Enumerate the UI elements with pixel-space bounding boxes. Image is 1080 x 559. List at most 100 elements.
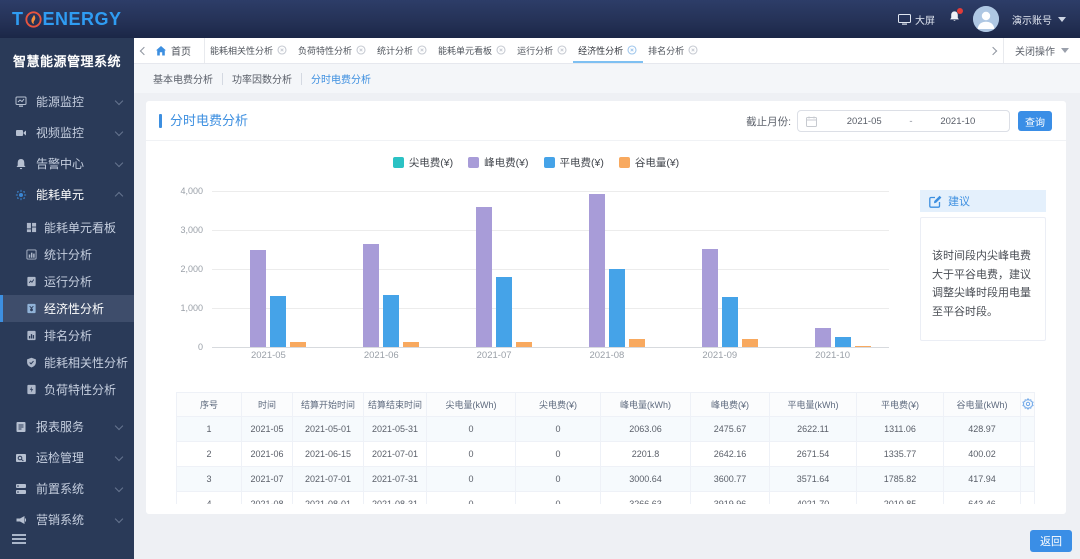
sidebar-subitem-label: 排名分析 — [44, 329, 93, 343]
bar-平电费(¥)-2021-08[interactable] — [608, 268, 625, 347]
sidebar-subitem-0[interactable]: 能耗单元看板 — [0, 214, 134, 241]
sidebar-subitem-3[interactable]: 经济性分析 — [0, 295, 134, 322]
app-title: 智慧能源管理系统 — [12, 54, 121, 69]
table-cell: 2021-05-31 — [363, 416, 427, 442]
tab-label: 排名分析 — [648, 46, 685, 56]
tabs-scroll-right-button[interactable] — [986, 38, 1003, 63]
subtabs: 基本电费分析 功率因数分析 分时电费分析 — [134, 64, 1080, 93]
sidebar-subitem-label: 负荷特性分析 — [44, 383, 117, 397]
table-cell-empty — [1020, 491, 1035, 504]
notification-bell-button[interactable] — [949, 8, 963, 28]
tab-4[interactable]: 运行分析 — [512, 38, 573, 63]
tab-close-icon[interactable] — [557, 45, 568, 56]
bar-谷电量(¥)-2021-05[interactable] — [290, 341, 307, 347]
bar-谷电量(¥)-2021-08[interactable] — [628, 339, 645, 347]
query-button[interactable]: 查询 — [1018, 111, 1052, 131]
bar-峰电费(¥)-2021-05[interactable] — [250, 250, 267, 347]
tab-label: 能耗单元看板 — [438, 46, 493, 56]
sidebar-item-label: 报表服务 — [36, 420, 85, 434]
table-cell: 4021.70 — [769, 491, 857, 504]
filters: 截止月份: 2021-05 - 2021-10 查询 — [746, 110, 1052, 132]
sidebar-subitem-2[interactable]: 运行分析 — [0, 268, 134, 295]
tab-close-icon[interactable] — [417, 45, 428, 56]
topbar: T ENERGY 大屏 演示账号 — [0, 0, 1080, 38]
tab-2[interactable]: 统计分析 — [372, 38, 433, 63]
table-cell: 3919.96 — [690, 491, 770, 504]
gear-icon[interactable] — [1021, 397, 1034, 410]
bar-峰电费(¥)-2021-07[interactable] — [476, 206, 493, 347]
tab-close-icon[interactable] — [627, 45, 638, 56]
sidebar-item-5[interactable]: 运检管理 — [0, 442, 134, 473]
table-cell: 2021-08-31 — [363, 491, 427, 504]
account-menu[interactable]: 演示账号 — [1012, 12, 1066, 27]
sidebar-item-7[interactable]: 营销系统 — [0, 504, 134, 535]
tabs-scroll-left-button[interactable] — [134, 38, 151, 63]
tab-close-icon[interactable] — [688, 45, 699, 56]
tab-3[interactable]: 能耗单元看板 — [433, 38, 512, 63]
subtab-2[interactable]: 分时电费分析 — [302, 71, 380, 86]
subtab-0[interactable]: 基本电费分析 — [144, 71, 222, 86]
table-header-cell: 序号 — [176, 392, 242, 417]
bar-平电费(¥)-2021-10[interactable] — [834, 337, 851, 347]
sidebar-item-label: 营销系统 — [36, 513, 85, 527]
bar-峰电费(¥)-2021-09[interactable] — [701, 248, 718, 347]
bar-峰电费(¥)-2021-08[interactable] — [588, 194, 605, 347]
sidebar-subitem-5[interactable]: 能耗相关性分析 — [0, 349, 134, 376]
legend-item-2[interactable]: 平电费(¥) — [543, 155, 604, 170]
bar-平电费(¥)-2021-06[interactable] — [383, 294, 400, 347]
back-button[interactable]: 返回 — [1030, 530, 1072, 552]
sidebar-subitem-1[interactable]: 统计分析 — [0, 241, 134, 268]
sidebar-item-4[interactable]: 报表服务 — [0, 411, 134, 442]
chevron-down-icon — [114, 514, 124, 523]
bar-谷电量(¥)-2021-07[interactable] — [516, 341, 533, 347]
sidebar-item-6[interactable]: 前置系统 — [0, 473, 134, 504]
bar-平电费(¥)-2021-09[interactable] — [721, 296, 738, 347]
legend-item-1[interactable]: 峰电费(¥) — [468, 155, 529, 170]
bar-平电费(¥)-2021-07[interactable] — [496, 277, 513, 347]
table-cell: 1 — [176, 416, 242, 442]
tab-close-icon[interactable] — [356, 45, 367, 56]
sidebar-subitem-6[interactable]: 负荷特性分析 — [0, 376, 134, 403]
big-screen-button[interactable]: 大屏 — [898, 12, 935, 27]
bar-谷电量(¥)-2021-09[interactable] — [741, 338, 758, 347]
table-row-1[interactable]: 2 2021-06 2021-06-15 2021-07-01 0 0 2201.8 2642… — [176, 441, 1035, 467]
sidebar-collapse-icon[interactable] — [12, 534, 26, 545]
sidebar-item-0[interactable]: 能源监控 — [0, 86, 134, 117]
bar-平电费(¥)-2021-05[interactable] — [270, 295, 287, 347]
bar-峰电费(¥)-2021-10[interactable] — [814, 327, 831, 347]
bar-峰电费(¥)-2021-06[interactable] — [363, 243, 380, 347]
tab-label: 统计分析 — [377, 46, 414, 56]
tab-close-icon[interactable] — [496, 45, 507, 56]
bar-谷电量(¥)-2021-06[interactable] — [403, 342, 420, 347]
table-cell: 2201.8 — [600, 441, 691, 467]
tab-home[interactable]: 首页 — [151, 38, 205, 63]
bar-谷电量(¥)-2021-10[interactable] — [854, 345, 871, 347]
table-row-2[interactable]: 3 2021-07 2021-07-01 2021-07-31 0 0 3000.64 360… — [176, 466, 1035, 492]
table-cell: 2021-07-01 — [363, 441, 427, 467]
tab-close-icon[interactable] — [277, 45, 288, 56]
table-row-3[interactable]: 4 2021-08 2021-08-01 2021-08-31 0 0 3266.63 391… — [176, 491, 1035, 504]
sidebar-item-2[interactable]: 告警中心 — [0, 148, 134, 179]
start-month-value[interactable]: 2021-05 — [821, 116, 907, 127]
legend-item-0[interactable]: 尖电费(¥) — [392, 155, 453, 170]
end-month-value[interactable]: 2021-10 — [915, 116, 1001, 127]
table-cell: 4 — [176, 491, 242, 504]
legend-swatch — [543, 157, 555, 168]
subtab-1[interactable]: 功率因数分析 — [223, 71, 301, 86]
sidebar-subitem-4[interactable]: 排名分析 — [0, 322, 134, 349]
suggestion-edit-icon — [929, 195, 942, 208]
table-row-0[interactable]: 1 2021-05 2021-05-01 2021-05-31 0 0 2063.06 247… — [176, 416, 1035, 442]
close-operations-menu[interactable]: 关闭操作 — [1003, 38, 1080, 63]
avatar[interactable] — [973, 6, 999, 32]
table-cell: 2021-08 — [241, 491, 293, 504]
sidebar-item-3[interactable]: 能耗单元 — [0, 179, 134, 210]
tab-6[interactable]: 排名分析 — [643, 38, 704, 63]
sidebar-item-1[interactable]: 视频监控 — [0, 117, 134, 148]
tab-5[interactable]: 经济性分析 — [573, 38, 644, 63]
tab-1[interactable]: 负荷特性分析 — [293, 38, 372, 63]
tab-0[interactable]: 能耗相关性分析 — [205, 38, 293, 63]
legend-item-3[interactable]: 谷电量(¥) — [618, 155, 679, 170]
month-range-picker[interactable]: 2021-05 - 2021-10 — [797, 110, 1010, 132]
x-axis-label: 2021-07 — [476, 350, 512, 361]
table-cell: 428.97 — [943, 416, 1021, 442]
